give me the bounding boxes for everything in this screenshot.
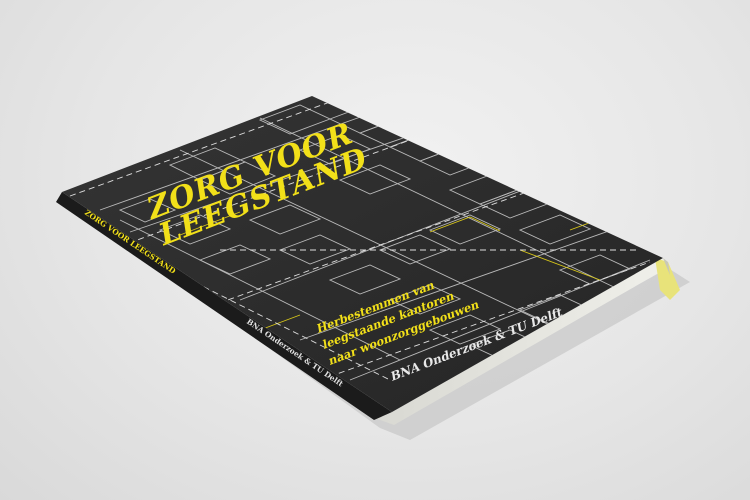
book-scene [56,96,690,440]
